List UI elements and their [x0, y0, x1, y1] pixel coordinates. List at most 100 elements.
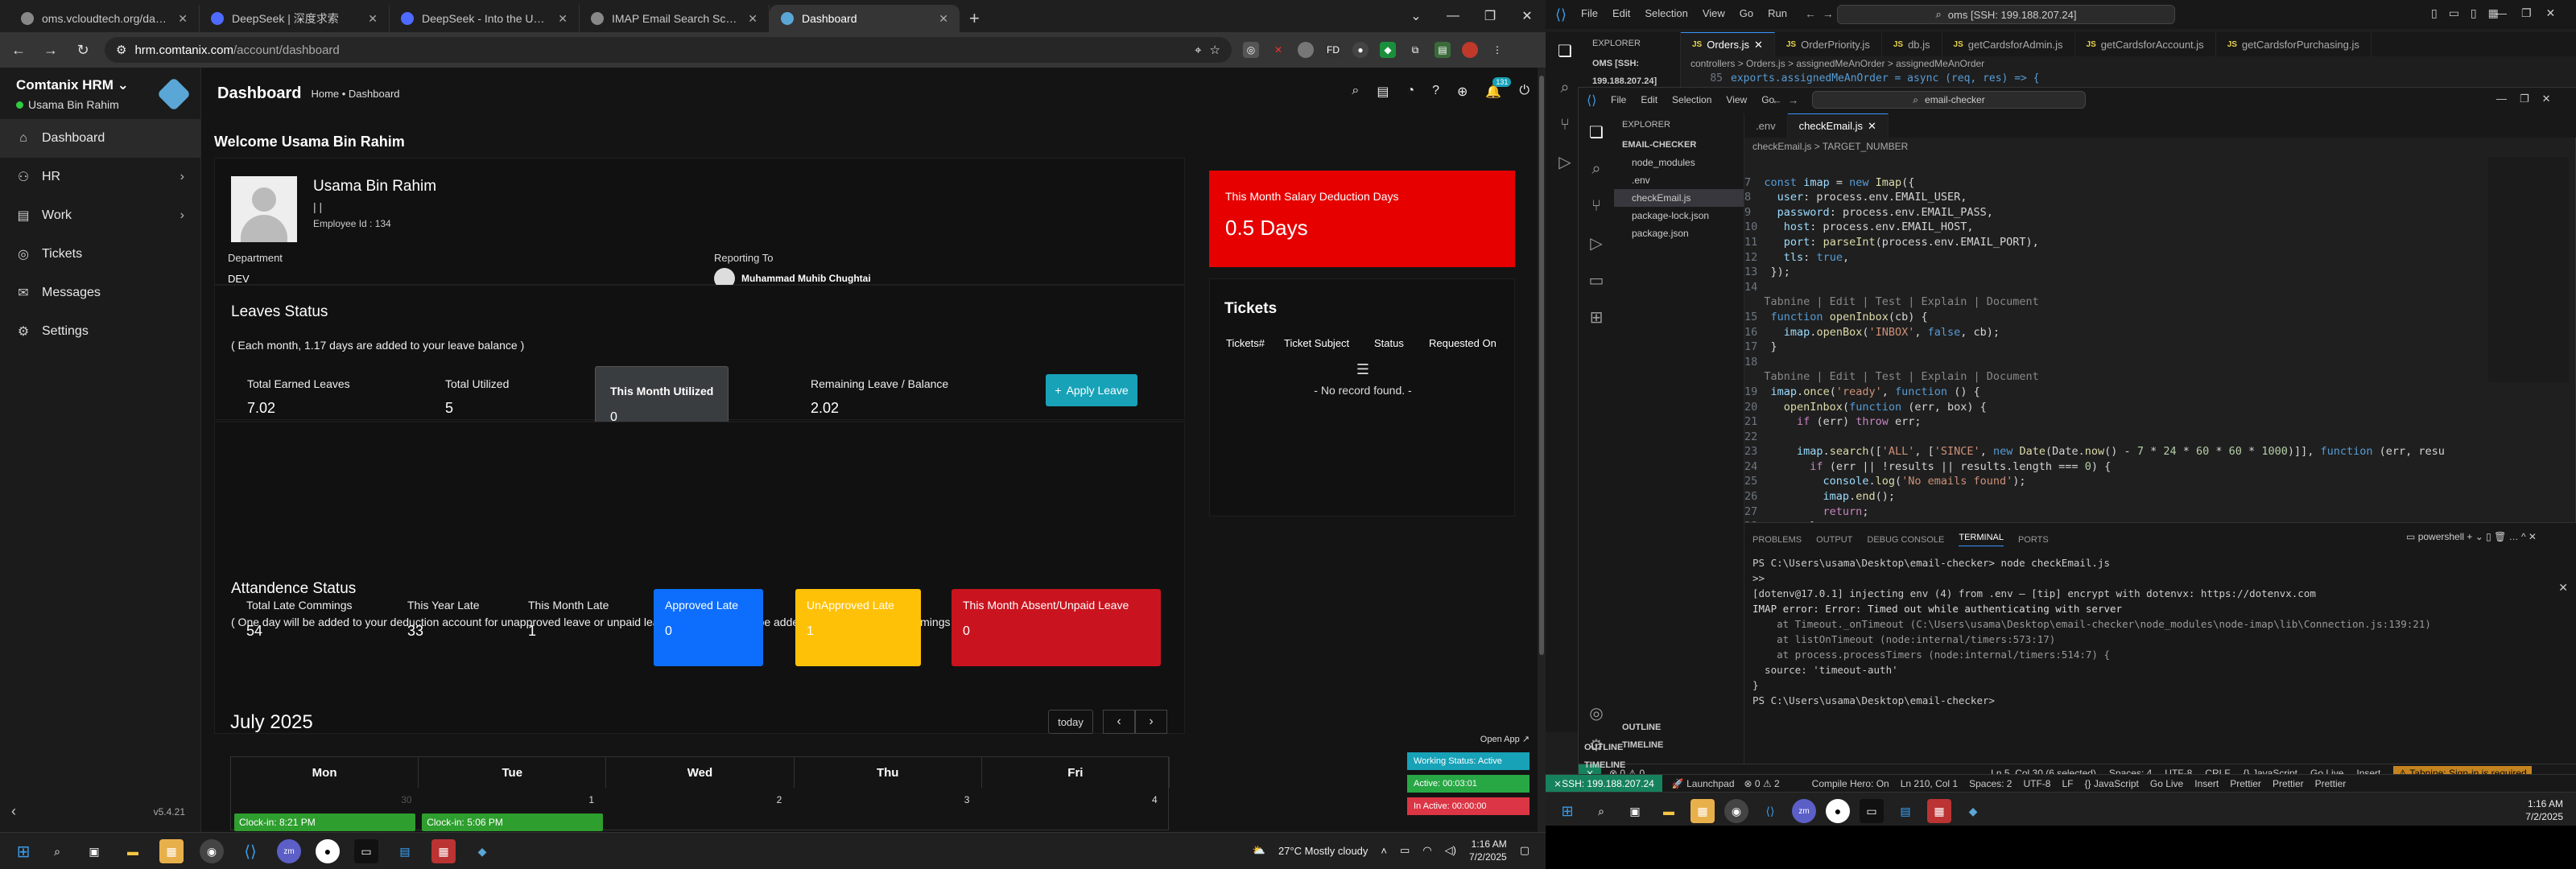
file-tree-item[interactable]: .env [1614, 171, 1744, 189]
sidebar-item-settings[interactable]: ⚙ Settings [0, 312, 200, 351]
calendar-date[interactable]: 3 [964, 794, 970, 805]
outline-section[interactable]: OUTLINE [1614, 719, 1661, 736]
tab-close-icon[interactable]: ✕ [1868, 120, 1876, 133]
status-item[interactable]: Ln 210, Col 1 [1901, 778, 1958, 789]
extensions-puzzle-icon[interactable]: ⧉ [1407, 42, 1423, 58]
extensions-icon[interactable]: ⊞ [1579, 299, 1614, 336]
run-debug-icon[interactable]: ▷ [1579, 224, 1614, 262]
search-icon[interactable]: ⌕ [1579, 150, 1614, 187]
file-tree-item[interactable]: node_modules [1614, 154, 1744, 171]
tab-close-icon[interactable]: ✕ [368, 12, 378, 26]
status-item[interactable]: Prettier [2230, 778, 2261, 789]
chrome-taskbar-icon[interactable]: ◉ [1724, 799, 1748, 823]
browser-tab[interactable]: DeepSeek | 深度求索 ✕ [200, 5, 390, 32]
app-red-icon[interactable]: ▦ [431, 839, 456, 863]
vscode-taskbar-icon[interactable]: ⟨⟩ [1758, 799, 1782, 823]
site-info-icon[interactable]: ⚙ [116, 43, 126, 57]
search-icon[interactable]: ⌕ [1352, 84, 1359, 100]
back-button[interactable]: ← [8, 42, 29, 59]
status-item[interactable]: LF [2062, 778, 2073, 789]
outer-window-controls[interactable]: —❐✕ [2496, 6, 2570, 20]
app-red-icon[interactable]: ▦ [1927, 799, 1951, 823]
file-tree-item[interactable]: package-lock.json [1614, 207, 1744, 224]
outer-root[interactable]: OMS [SSH: 199.188.207.24] [1584, 55, 1680, 90]
calendar-date[interactable]: 30 [401, 794, 411, 805]
app-dark-icon[interactable]: ● [1826, 799, 1850, 823]
extension-x-icon[interactable]: ✕ [1270, 42, 1286, 58]
explorer-icon[interactable]: ❏ [1579, 113, 1614, 150]
extension-icon[interactable]: ◎ [1243, 42, 1259, 58]
chrome-taskbar-icon[interactable]: ◉ [200, 839, 224, 863]
terminal-icon[interactable]: ▭ [1860, 799, 1884, 823]
status-item[interactable]: Prettier [2315, 778, 2347, 789]
outer-editor-tab[interactable]: JS OrderPriority.js [1775, 32, 1882, 56]
status-item[interactable]: Prettier [2273, 778, 2304, 789]
status-item[interactable]: Go Live [2150, 778, 2183, 789]
app-dark-icon[interactable]: ● [316, 839, 340, 863]
extension-fd-icon[interactable]: FD [1325, 42, 1341, 58]
outer-problems-count[interactable]: ⊗ 0 ⚠ 2 [1744, 778, 1780, 789]
file-tree-item[interactable]: checkEmail.js [1614, 189, 1744, 207]
browser-tab[interactable]: DeepSeek - Into the Unknown ✕ [390, 5, 580, 32]
menu-view[interactable]: View [1703, 7, 1725, 19]
restore-button[interactable]: ❐ [1472, 0, 1509, 32]
calendar-prev-button[interactable]: ‹ [1103, 710, 1135, 734]
panel-tab-problems[interactable]: PROBLEMS [1752, 535, 1802, 545]
status-item[interactable]: Compile Hero: On [1812, 778, 1889, 789]
bell-icon[interactable]: 🔔 131 [1485, 77, 1512, 100]
menu-edit[interactable]: Edit [1641, 94, 1657, 105]
store-icon[interactable]: ▦ [159, 839, 184, 863]
outer-editor-tab[interactable]: JS Orders.js ✕ [1681, 32, 1775, 56]
clock-in-event[interactable]: Clock-in: 5:06 PM [422, 813, 604, 831]
address-bar[interactable]: ⚙ hrm.comtanix.com/account/dashboard ⌖ ☆ [105, 37, 1232, 63]
new-tab-button[interactable]: + [960, 5, 989, 32]
page-scrollbar[interactable] [1538, 68, 1546, 832]
calendar-date[interactable]: 2 [777, 794, 782, 805]
outer-editor-tab[interactable]: JS getCardsforPurchasing.js [2216, 32, 2372, 56]
close-panel-icon[interactable]: ✕ [2558, 581, 2568, 595]
apply-leave-button[interactable]: + Apply Leave [1046, 374, 1137, 406]
task-view-icon[interactable]: ▣ [82, 839, 106, 863]
browser-tab[interactable]: Dashboard ✕ [770, 5, 960, 32]
clock-icon[interactable]: ◔ [1406, 84, 1414, 100]
calendar-date[interactable]: 4 [1152, 794, 1158, 805]
sidebar-item-work[interactable]: ▤ Work › [0, 196, 200, 235]
inner-root[interactable]: EMAIL-CHECKER [1614, 136, 1744, 154]
tab-close-icon[interactable]: ✕ [1754, 39, 1763, 51]
panel-tab-terminal[interactable]: TERMINAL [1959, 533, 2004, 546]
right-clock[interactable]: 1:16 AM 7/2/2025 [2525, 797, 2563, 823]
sticky-note-icon[interactable]: ▤ [1377, 84, 1389, 100]
explorer-icon[interactable]: ❏ [1546, 32, 1584, 69]
tab-search-icon[interactable]: ⌄ [1397, 0, 1435, 32]
nav-back-forward[interactable]: ← → [1805, 7, 1834, 20]
outer-editor-tab[interactable]: JS getCardsforAccount.js [2075, 32, 2216, 56]
menu-file[interactable]: File [1581, 7, 1598, 19]
browser-tab[interactable]: IMAP Email Search Script ✕ [580, 5, 770, 32]
tab-close-icon[interactable]: ✕ [558, 12, 568, 26]
inner-editor-tab[interactable]: .env [1744, 113, 1788, 138]
menu-selection[interactable]: Selection [1672, 94, 1711, 105]
power-icon[interactable]: ⏻ [1519, 84, 1530, 100]
calendar-today-button[interactable]: today [1048, 710, 1093, 734]
wifi-icon[interactable]: ◠ [1422, 844, 1431, 857]
store-icon[interactable]: ▦ [1690, 799, 1715, 823]
inner-editor-tab[interactable]: checkEmail.js ✕ [1787, 113, 1889, 138]
reload-button[interactable]: ↻ [72, 42, 93, 59]
outer-editor-tab[interactable]: JS db.js [1882, 32, 1942, 56]
zoom-icon[interactable]: zm [1792, 799, 1816, 823]
bookmark-star-icon[interactable]: ☆ [1210, 43, 1220, 57]
location-icon[interactable]: ⌖ [1195, 43, 1201, 57]
help-icon[interactable]: ? [1432, 84, 1439, 100]
menu-go[interactable]: Go [1740, 7, 1753, 19]
status-item[interactable]: {} JavaScript [2085, 778, 2139, 789]
windows-start-icon[interactable]: ⊞ [11, 839, 35, 863]
inner-window-controls[interactable]: —❐✕ [2496, 93, 2564, 105]
menu-run[interactable]: Run [1768, 7, 1787, 19]
terminal-shell[interactable]: ▭ powershell + ⌄ ▯ 🗑 … ^ ✕ [2406, 531, 2537, 542]
tab-close-icon[interactable]: ✕ [939, 12, 948, 26]
extension-sheet-icon[interactable]: ▤ [1435, 42, 1451, 58]
weather-text[interactable]: 27°C Mostly cloudy [1278, 845, 1368, 857]
panel-tab-debug-console[interactable]: DEBUG CONSOLE [1867, 535, 1944, 545]
forward-button[interactable]: → [40, 42, 61, 59]
tab-close-icon[interactable]: ✕ [748, 12, 758, 26]
